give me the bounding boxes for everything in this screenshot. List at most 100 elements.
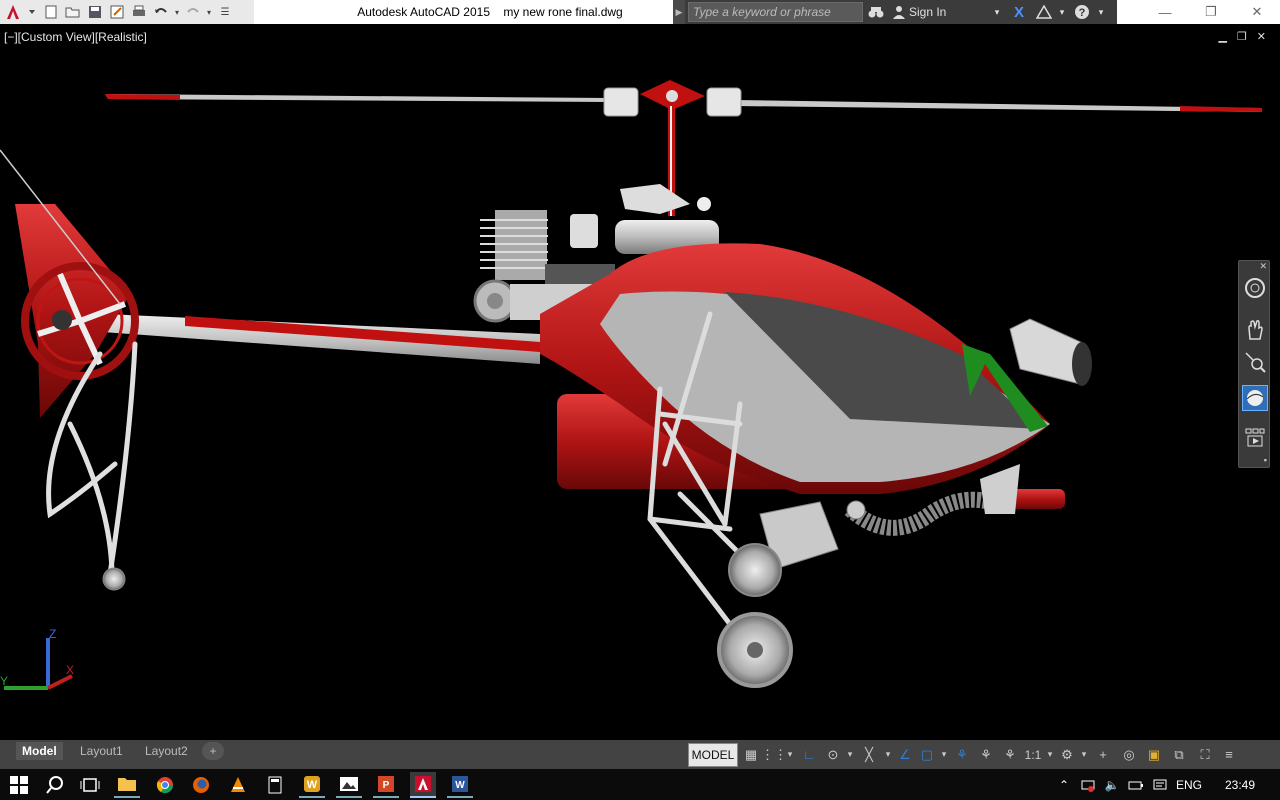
svg-text:P: P [383,780,390,791]
action-center-icon[interactable] [1150,769,1170,800]
navigation-bar: ✕ ▪ [1238,260,1270,468]
photos-icon[interactable] [336,772,362,798]
ucs-icon: Z Y X [0,627,74,690]
windows-start-icon[interactable] [6,772,32,798]
headlight [1009,318,1092,386]
file-explorer-icon[interactable] [114,772,140,798]
model-space-button[interactable]: MODEL [688,742,738,767]
close-icon[interactable]: ✕ [1234,0,1280,24]
new-file-icon[interactable] [40,2,62,22]
status-bar: MODEL ▦ ⋮⋮ ▾ ∟ ⊙ ▾ ╳ ▾ ∠ ▢ ▾ ⚘ ⚘ ⚘ 1:1 ▾… [688,742,1280,767]
object-snap-dropdown-icon[interactable]: ▾ [938,743,950,767]
expand-search-icon[interactable]: ▶ [673,0,685,24]
firefox-icon[interactable] [188,772,214,798]
pan-icon[interactable] [1242,317,1268,343]
add-icon[interactable]: + [1090,743,1116,767]
plot-icon[interactable] [128,2,150,22]
helicopter-model: Z Y X [0,80,1262,690]
autocad-taskbar-icon[interactable] [410,772,436,798]
object-snap-tracking-icon[interactable]: ∠ [894,743,916,767]
ortho-icon[interactable]: ∟ [796,743,822,767]
show-hidden-icons-icon[interactable]: ⌃ [1056,769,1072,800]
redo-dropdown-icon[interactable]: ▾ [204,2,214,22]
volume-icon[interactable]: 🔈 [1102,769,1122,800]
undo-dropdown-icon[interactable]: ▾ [172,2,182,22]
zoom-extents-icon[interactable] [1242,349,1268,375]
minimize-icon[interactable]: — [1142,0,1188,24]
network-status-icon[interactable] [1078,769,1098,800]
window-controls: — ❐ ✕ [1142,0,1280,24]
task-view-icon[interactable] [77,772,103,798]
main-rotor [105,80,1262,216]
infocenter-bar: ▶ Sign In ▾ X ▾ ? ▾ [673,0,1117,24]
window-title: Autodesk AutoCAD 2015 my new rone final.… [357,5,623,19]
windows-taskbar: W P W ⌃ 🔈 ENG 23:49 [0,769,1280,800]
powerpoint-icon[interactable]: P [373,772,399,798]
a360-dropdown-icon[interactable]: ▾ [1055,0,1069,24]
steering-wheel-icon[interactable] [1242,275,1268,301]
scale-dropdown-icon[interactable]: ▾ [1044,743,1056,767]
workspace-gear-icon[interactable]: ⚙ [1056,743,1078,767]
help-icon[interactable]: ? [1069,0,1095,24]
svg-text:W: W [307,779,318,791]
open-folder-icon[interactable] [62,2,84,22]
orbit-icon[interactable] [1242,385,1268,411]
exchange-apps-icon[interactable]: X [1005,0,1033,24]
customize-toolbar-icon[interactable]: ☰ [214,2,236,22]
annotation-visibility-icon[interactable]: ⚘ [950,743,974,767]
workspace-dropdown-icon[interactable]: ▾ [1078,743,1090,767]
vlc-icon[interactable] [225,772,251,798]
tab-layout1[interactable]: Layout1 [74,742,129,760]
sign-in-dropdown-icon[interactable]: ▾ [989,0,1005,24]
word-icon[interactable]: W [447,772,473,798]
title-bar: ▾ ▾ ☰ Autodesk AutoCAD 2015 my new rone … [0,0,1280,24]
tab-model[interactable]: Model [16,742,63,760]
fullscreen-icon[interactable]: ⛶ [1192,743,1218,767]
user-icon[interactable] [889,0,909,24]
isodraft-icon[interactable]: ╳ [856,743,882,767]
search-input[interactable] [688,2,863,22]
isolate-objects-icon[interactable]: ◎ [1116,743,1142,767]
save-as-icon[interactable] [106,2,128,22]
input-language[interactable]: ENG [1174,769,1204,800]
clock[interactable]: 23:49 [1218,769,1262,800]
annotation-scale-icon[interactable]: ⚘ [998,743,1022,767]
navbar-customize-icon[interactable]: ▪ [1264,455,1267,465]
snap-dropdown-icon[interactable]: ▾ [784,743,796,767]
drawing-viewport[interactable]: [−][Custom View][Realistic] ▁ ❐ ✕ Z Y X … [0,24,1280,740]
navbar-close-icon[interactable]: ✕ [1259,261,1267,272]
polar-dropdown-icon[interactable]: ▾ [844,743,856,767]
restore-icon[interactable]: ❐ [1188,0,1234,24]
autoscale-icon[interactable]: ⚘ [974,743,998,767]
snap-icon[interactable]: ⋮⋮ [761,743,787,767]
sign-in-link[interactable]: Sign In [909,0,989,24]
quick-access-toolbar: ▾ ▾ ☰ [0,0,254,24]
hardware-acceleration-icon[interactable]: ▣ [1142,743,1166,767]
polar-tracking-icon[interactable]: ⊙ [822,743,844,767]
ucs-y-label: Y [0,674,8,688]
tab-layout2[interactable]: Layout2 [139,742,194,760]
showmotion-icon[interactable] [1242,425,1268,451]
battery-icon[interactable] [1126,769,1146,800]
object-snap-icon[interactable]: ▢ [916,743,938,767]
redo-icon[interactable] [182,2,204,22]
isodraft-dropdown-icon[interactable]: ▾ [882,743,894,767]
svg-text:?: ? [1079,7,1086,19]
scale-value[interactable]: 1:1 [1022,743,1044,767]
binoculars-icon[interactable] [863,0,889,24]
customization-menu-icon[interactable]: ≡ [1218,743,1240,767]
autodesk-360-icon[interactable] [1033,0,1055,24]
autocad-logo-icon[interactable] [0,0,40,24]
chrome-icon[interactable] [152,772,178,798]
wps-writer-icon[interactable]: W [299,772,325,798]
new-layout-icon[interactable]: + [202,742,224,760]
svg-text:W: W [455,780,465,791]
help-dropdown-icon[interactable]: ▾ [1095,0,1107,24]
calculator-icon[interactable] [262,772,288,798]
search-icon[interactable] [42,772,68,798]
save-icon[interactable] [84,2,106,22]
clean-screen-icon[interactable]: ⧉ [1166,743,1192,767]
undo-icon[interactable] [150,2,172,22]
ucs-z-label: Z [49,627,56,641]
ucs-x-label: X [66,663,74,677]
